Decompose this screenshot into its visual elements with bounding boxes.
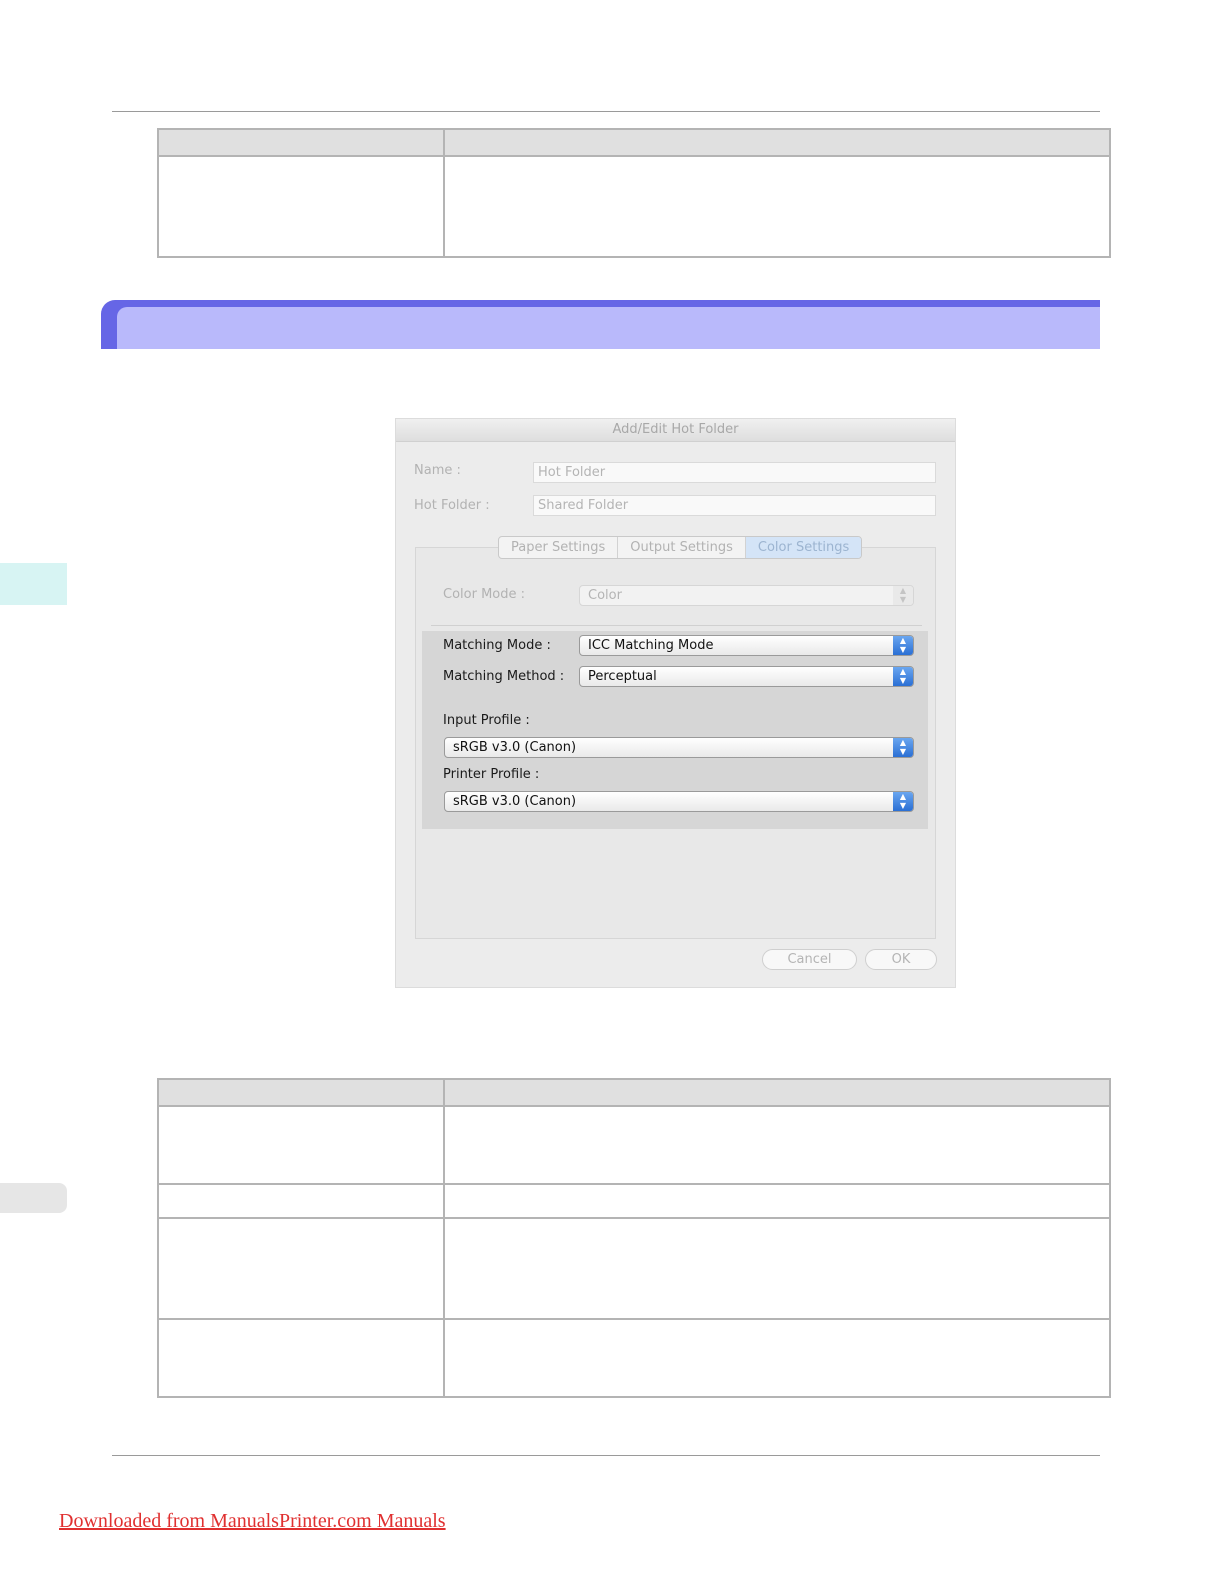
- input-profile-label: Input Profile :: [443, 713, 530, 728]
- chevron-up-down-icon: ▲ ▼: [893, 792, 913, 811]
- dialog-title: Add/Edit Hot Folder: [396, 419, 955, 442]
- section-heading-band: [101, 300, 1100, 349]
- tab-color-settings[interactable]: Color Settings: [745, 537, 862, 558]
- printer-profile-label: Printer Profile :: [443, 767, 540, 782]
- printer-profile-value: sRGB v3.0 (Canon): [453, 794, 577, 809]
- matching-method-value: Perceptual: [588, 669, 657, 684]
- hot-folder-field[interactable]: Shared Folder: [533, 495, 936, 516]
- input-profile-select[interactable]: sRGB v3.0 (Canon) ▲ ▼: [444, 737, 914, 758]
- footer-rule: [112, 1455, 1100, 1456]
- tab-output-settings[interactable]: Output Settings: [618, 537, 746, 558]
- input-profile-value: sRGB v3.0 (Canon): [453, 740, 577, 755]
- table-cell: [157, 1105, 445, 1185]
- matching-method-select[interactable]: Perceptual ▲ ▼: [579, 666, 914, 687]
- matching-mode-select[interactable]: ICC Matching Mode ▲ ▼: [579, 635, 914, 656]
- table-header-cell: [443, 1078, 1111, 1107]
- table-cell: [443, 1105, 1111, 1185]
- table-header-cell: [443, 128, 1111, 157]
- chevron-up-down-icon: ▲ ▼: [893, 636, 913, 655]
- add-edit-hot-folder-dialog: Add/Edit Hot Folder Name : Hot Folder Ho…: [395, 418, 956, 988]
- color-mode-value: Color: [588, 588, 622, 603]
- matching-mode-label: Matching Mode :: [443, 638, 551, 653]
- settings-table-bottom: [157, 1078, 1111, 1398]
- table-cell: [157, 1318, 445, 1398]
- section-heading-inner: [117, 307, 1100, 349]
- ok-button[interactable]: OK: [865, 949, 937, 970]
- chevron-up-down-icon: ▲ ▼: [893, 586, 913, 605]
- table-cell: [443, 1318, 1111, 1398]
- table-row: [157, 1318, 1111, 1398]
- name-label: Name :: [414, 463, 461, 478]
- table-cell: [443, 155, 1111, 258]
- table-header-cell: [157, 1078, 445, 1107]
- table-header-row: [157, 1078, 1111, 1107]
- table-row: [157, 1183, 1111, 1219]
- chapter-side-tab: [0, 563, 67, 605]
- color-mode-select[interactable]: Color ▲ ▼: [579, 585, 914, 606]
- settings-tabs: Paper Settings Output Settings Color Set…: [498, 536, 863, 559]
- table-cell: [157, 1217, 445, 1320]
- table-row: [157, 1217, 1111, 1320]
- header-rule: [112, 111, 1100, 112]
- table-cell: [157, 1183, 445, 1219]
- cancel-button[interactable]: Cancel: [762, 949, 857, 970]
- manuals-download-link[interactable]: Downloaded from ManualsPrinter.com Manua…: [59, 1510, 446, 1533]
- hot-folder-label: Hot Folder :: [414, 498, 490, 513]
- table-cell: [443, 1183, 1111, 1219]
- chevron-up-down-icon: ▲ ▼: [893, 667, 913, 686]
- color-mode-label: Color Mode :: [443, 587, 526, 602]
- chevron-up-down-icon: ▲ ▼: [893, 738, 913, 757]
- matching-mode-value: ICC Matching Mode: [588, 638, 714, 653]
- table-row: [157, 155, 1111, 258]
- section-divider: [431, 625, 922, 626]
- settings-table-top: [157, 128, 1111, 258]
- table-cell: [443, 1217, 1111, 1320]
- printer-profile-select[interactable]: sRGB v3.0 (Canon) ▲ ▼: [444, 791, 914, 812]
- table-cell: [157, 155, 445, 258]
- tab-paper-settings[interactable]: Paper Settings: [499, 537, 619, 558]
- table-header-row: [157, 128, 1111, 157]
- matching-method-label: Matching Method :: [443, 669, 565, 684]
- table-row: [157, 1105, 1111, 1185]
- page-side-tab: [0, 1183, 67, 1213]
- name-field[interactable]: Hot Folder: [533, 462, 936, 483]
- table-header-cell: [157, 128, 445, 157]
